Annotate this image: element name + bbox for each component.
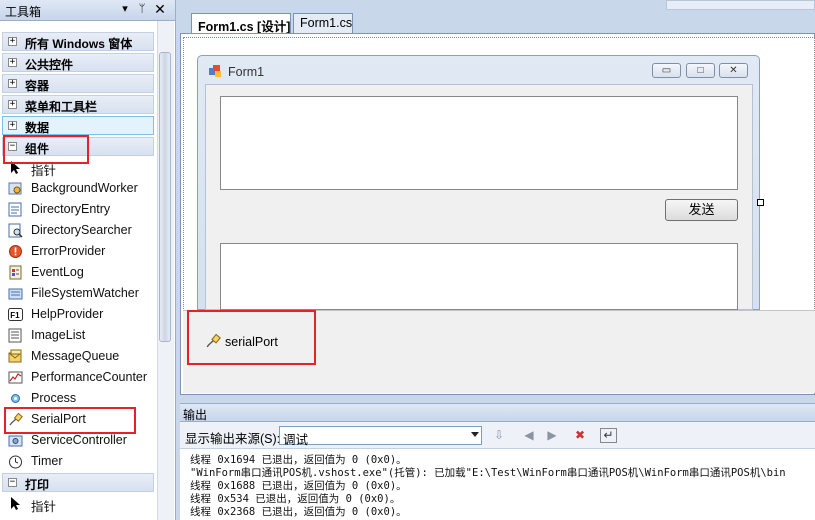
expand-icon[interactable]: + [8,121,17,130]
item-label: ImageList [31,328,86,342]
pointer-icon [11,497,20,510]
top-toolbar-strip [666,0,815,10]
toolbox-item-directoryentry[interactable]: DirectoryEntry [6,199,156,219]
output-title-bar: 输出 [180,403,815,422]
item-label: HelpProvider [31,307,104,321]
item-label: 指针 [31,500,57,514]
toolbox-category-data[interactable]: + 数据 [2,116,154,135]
item-label: EventLog [31,265,84,279]
image-list-icon [8,328,22,343]
category-label: 菜单和工具栏 [25,100,98,114]
toolbox-item-helpprovider[interactable]: F1 HelpProvider [6,304,156,324]
next-message-icon[interactable]: ▶ [543,427,561,444]
pin-icon[interactable]: ᛘ [135,2,149,16]
toolbox-title: 工具箱 [5,5,42,19]
item-label: DirectorySearcher [31,223,132,237]
toolbox-scroll-thumb[interactable] [159,52,171,342]
expand-icon[interactable]: + [8,58,17,67]
expand-icon[interactable]: + [8,79,17,88]
expand-icon[interactable]: + [8,37,17,46]
form-icon [209,65,221,77]
event-log-icon [9,265,22,280]
item-label: FileSystemWatcher [31,286,139,300]
service-controller-icon [8,435,23,447]
expand-icon[interactable]: + [8,100,17,109]
send-textbox[interactable] [220,243,738,310]
item-label: Process [31,391,77,405]
toolbox-category-menus-toolbars[interactable]: + 菜单和工具栏 [2,95,154,114]
close-window-icon[interactable]: ✕ [719,63,748,78]
toolbox-category-printing[interactable]: − 打印 [2,473,154,492]
performance-counter-icon [8,371,23,384]
help-provider-icon: F1 [8,308,23,321]
toolbox-category-common-controls[interactable]: + 公共控件 [2,53,154,72]
resize-handle[interactable] [757,199,764,206]
item-label: DirectoryEntry [31,202,111,216]
output-line: 线程 0x2368 已退出，返回值为 0 (0x0)。 [190,506,407,518]
output-source-select[interactable]: 调试 [279,426,482,447]
toolbox-item-filesystemwatcher[interactable]: FileSystemWatcher [6,283,156,303]
clear-all-icon[interactable]: ✖ [571,427,589,444]
timer-icon [9,455,22,469]
category-label: 打印 [25,478,50,492]
tab-form1-code[interactable]: Form1.cs [293,13,353,33]
error-provider-icon [9,245,22,258]
highlight-components-category [3,135,89,164]
item-label: ServiceController [31,433,127,447]
highlight-serialport-component [187,310,316,365]
receive-textbox[interactable] [220,96,738,190]
word-wrap-icon[interactable]: ↵ [600,428,617,443]
chevron-down-icon [471,432,479,437]
toolbox-item-imagelist[interactable]: ImageList [6,325,156,345]
minimize-icon[interactable]: ▭ [652,63,681,78]
toolbox-item-pointer-print[interactable]: 指针 [6,493,156,514]
item-label: ErrorProvider [31,244,106,258]
message-queue-icon [8,349,22,363]
output-gutter [180,449,190,520]
close-icon[interactable]: ✕ [153,2,167,16]
collapse-icon[interactable]: − [8,478,17,487]
output-title: 输出 [183,408,208,422]
output-source-label: 显示输出来源(S): [185,432,281,446]
toolbox-item-performancecounter[interactable]: PerformanceCounter [6,367,156,387]
tab-form1-design[interactable]: Form1.cs [设计] [191,13,291,34]
category-label: 所有 Windows 窗体 [25,37,133,51]
item-label: Timer [31,454,63,468]
item-label: PerformanceCounter [31,370,148,384]
directory-searcher-icon [8,223,23,238]
toolbox-category-containers[interactable]: + 容器 [2,74,154,93]
background-worker-icon [8,182,22,195]
toolbox-panel: 工具箱 ▾ ᛘ ✕ + 所有 Windows 窗体 + 公共控件 + 容器 + … [0,0,176,520]
svg-text:F1: F1 [10,311,20,320]
item-label: MessageQueue [31,349,120,363]
category-label: 数据 [25,121,50,135]
toolbox-item-timer[interactable]: Timer [6,451,156,471]
process-icon [11,394,20,403]
toolbox-item-errorprovider[interactable]: ErrorProvider [6,241,156,261]
category-label: 公共控件 [25,58,74,72]
toolbox-item-directorysearcher[interactable]: DirectorySearcher [6,220,156,240]
toolbox-category-all-windows-forms[interactable]: + 所有 Windows 窗体 [2,32,154,51]
output-source-value: 调试 [283,433,309,447]
find-message-icon[interactable]: ⇩ [490,427,508,444]
category-label: 容器 [25,79,50,93]
toolbox-title-bar: 工具箱 ▾ ᛘ ✕ [0,0,175,21]
toolbox-item-process[interactable]: Process [6,388,156,408]
file-system-watcher-icon [8,288,23,300]
maximize-icon[interactable]: □ [686,63,715,78]
directory-entry-icon [8,202,22,217]
send-button[interactable]: 发送 [665,199,738,221]
item-label: BackgroundWorker [31,181,138,195]
toolbox-item-eventlog[interactable]: EventLog [6,262,156,282]
highlight-serialport-item [4,407,136,434]
form-title: Form1 [228,65,265,79]
toolbox-item-messagequeue[interactable]: MessageQueue [6,346,156,366]
toolbox-item-backgroundworker[interactable]: BackgroundWorker [6,178,156,198]
dropdown-icon[interactable]: ▾ [118,2,132,16]
previous-message-icon[interactable]: ◀ [520,427,538,444]
